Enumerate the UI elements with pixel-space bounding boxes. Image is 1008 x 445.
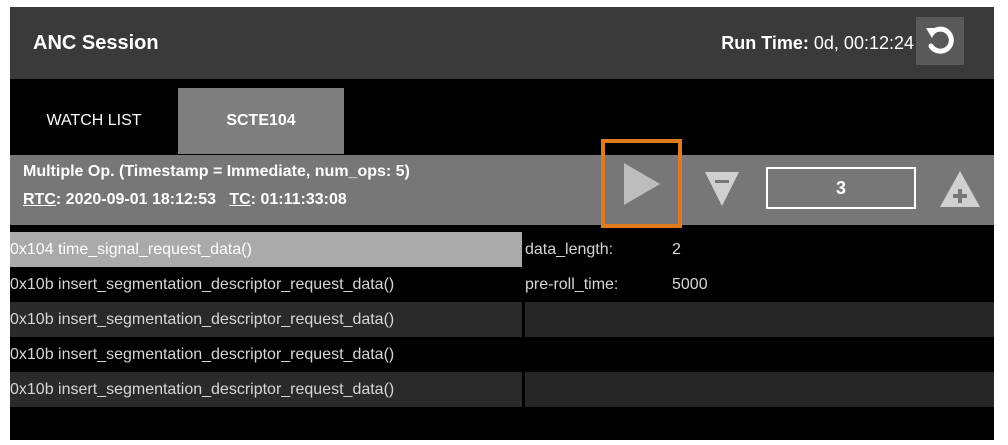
command-cell[interactable]: 0x104 time_signal_request_data() — [10, 232, 522, 267]
command-cell[interactable]: 0x10b insert_segmentation_descriptor_req… — [10, 302, 522, 337]
op-number-field[interactable]: 3 — [766, 167, 916, 209]
detail-cell: pre-roll_time: 5000 — [525, 267, 994, 302]
operation-description: Multiple Op. (Timestamp = Immediate, num… — [23, 163, 410, 180]
reset-button[interactable] — [916, 17, 964, 65]
detail-value: 5000 — [672, 276, 708, 293]
table-row: 0x10b insert_segmentation_descriptor_req… — [10, 267, 994, 302]
play-icon — [623, 162, 660, 205]
run-time: Run Time: 0d, 00:12:24 — [721, 33, 914, 54]
command-cell[interactable]: 0x10b insert_segmentation_descriptor_req… — [10, 267, 522, 302]
decrement-button[interactable] — [704, 169, 740, 209]
play-button[interactable] — [601, 139, 682, 228]
run-time-label: Run Time: — [721, 33, 809, 53]
table-row: 0x10b insert_segmentation_descriptor_req… — [10, 302, 994, 337]
table-row: 0x10b insert_segmentation_descriptor_req… — [10, 372, 994, 407]
rtc-label: RTC — [23, 191, 56, 208]
tc-label: TC — [229, 191, 251, 208]
header-bar: ANC Session Run Time: 0d, 00:12:24 — [10, 7, 994, 79]
detail-value: 2 — [672, 241, 681, 258]
increment-button[interactable] — [938, 169, 982, 209]
detail-cell: data_length: 2 — [525, 232, 994, 267]
command-cell[interactable]: 0x10b insert_segmentation_descriptor_req… — [10, 372, 522, 407]
tab-watch-list[interactable]: WATCH LIST — [10, 88, 178, 154]
tc-value: : 01:11:33:08 — [250, 191, 347, 208]
operation-timestamps: RTC: 2020-09-01 18:12:53 TC: 01:11:33:08 — [23, 191, 347, 209]
detail-cell — [525, 302, 994, 337]
tab-scte104-label: SCTE104 — [226, 112, 296, 129]
detail-cell — [525, 372, 994, 407]
table-row: 0x10b insert_segmentation_descriptor_req… — [10, 337, 994, 372]
detail-key: pre-roll_time: — [525, 276, 619, 293]
detail-key: data_length: — [525, 241, 614, 258]
command-cell[interactable]: 0x10b insert_segmentation_descriptor_req… — [10, 337, 522, 372]
run-time-value: 0d, 00:12:24 — [813, 33, 914, 53]
anc-session-window: ANC Session Run Time: 0d, 00:12:24 WATCH… — [10, 7, 994, 440]
rtc-value: : 2020-09-01 18:12:53 — [55, 191, 216, 208]
reset-icon — [926, 26, 954, 54]
page-title: ANC Session — [33, 32, 159, 54]
table-row: 0x104 time_signal_request_data() data_le… — [10, 232, 994, 267]
tab-scte104[interactable]: SCTE104 — [178, 88, 344, 154]
tab-watch-list-label: WATCH LIST — [46, 112, 142, 129]
triangle-up-plus-icon — [940, 171, 980, 207]
detail-cell — [525, 337, 994, 372]
triangle-down-icon — [705, 172, 739, 206]
